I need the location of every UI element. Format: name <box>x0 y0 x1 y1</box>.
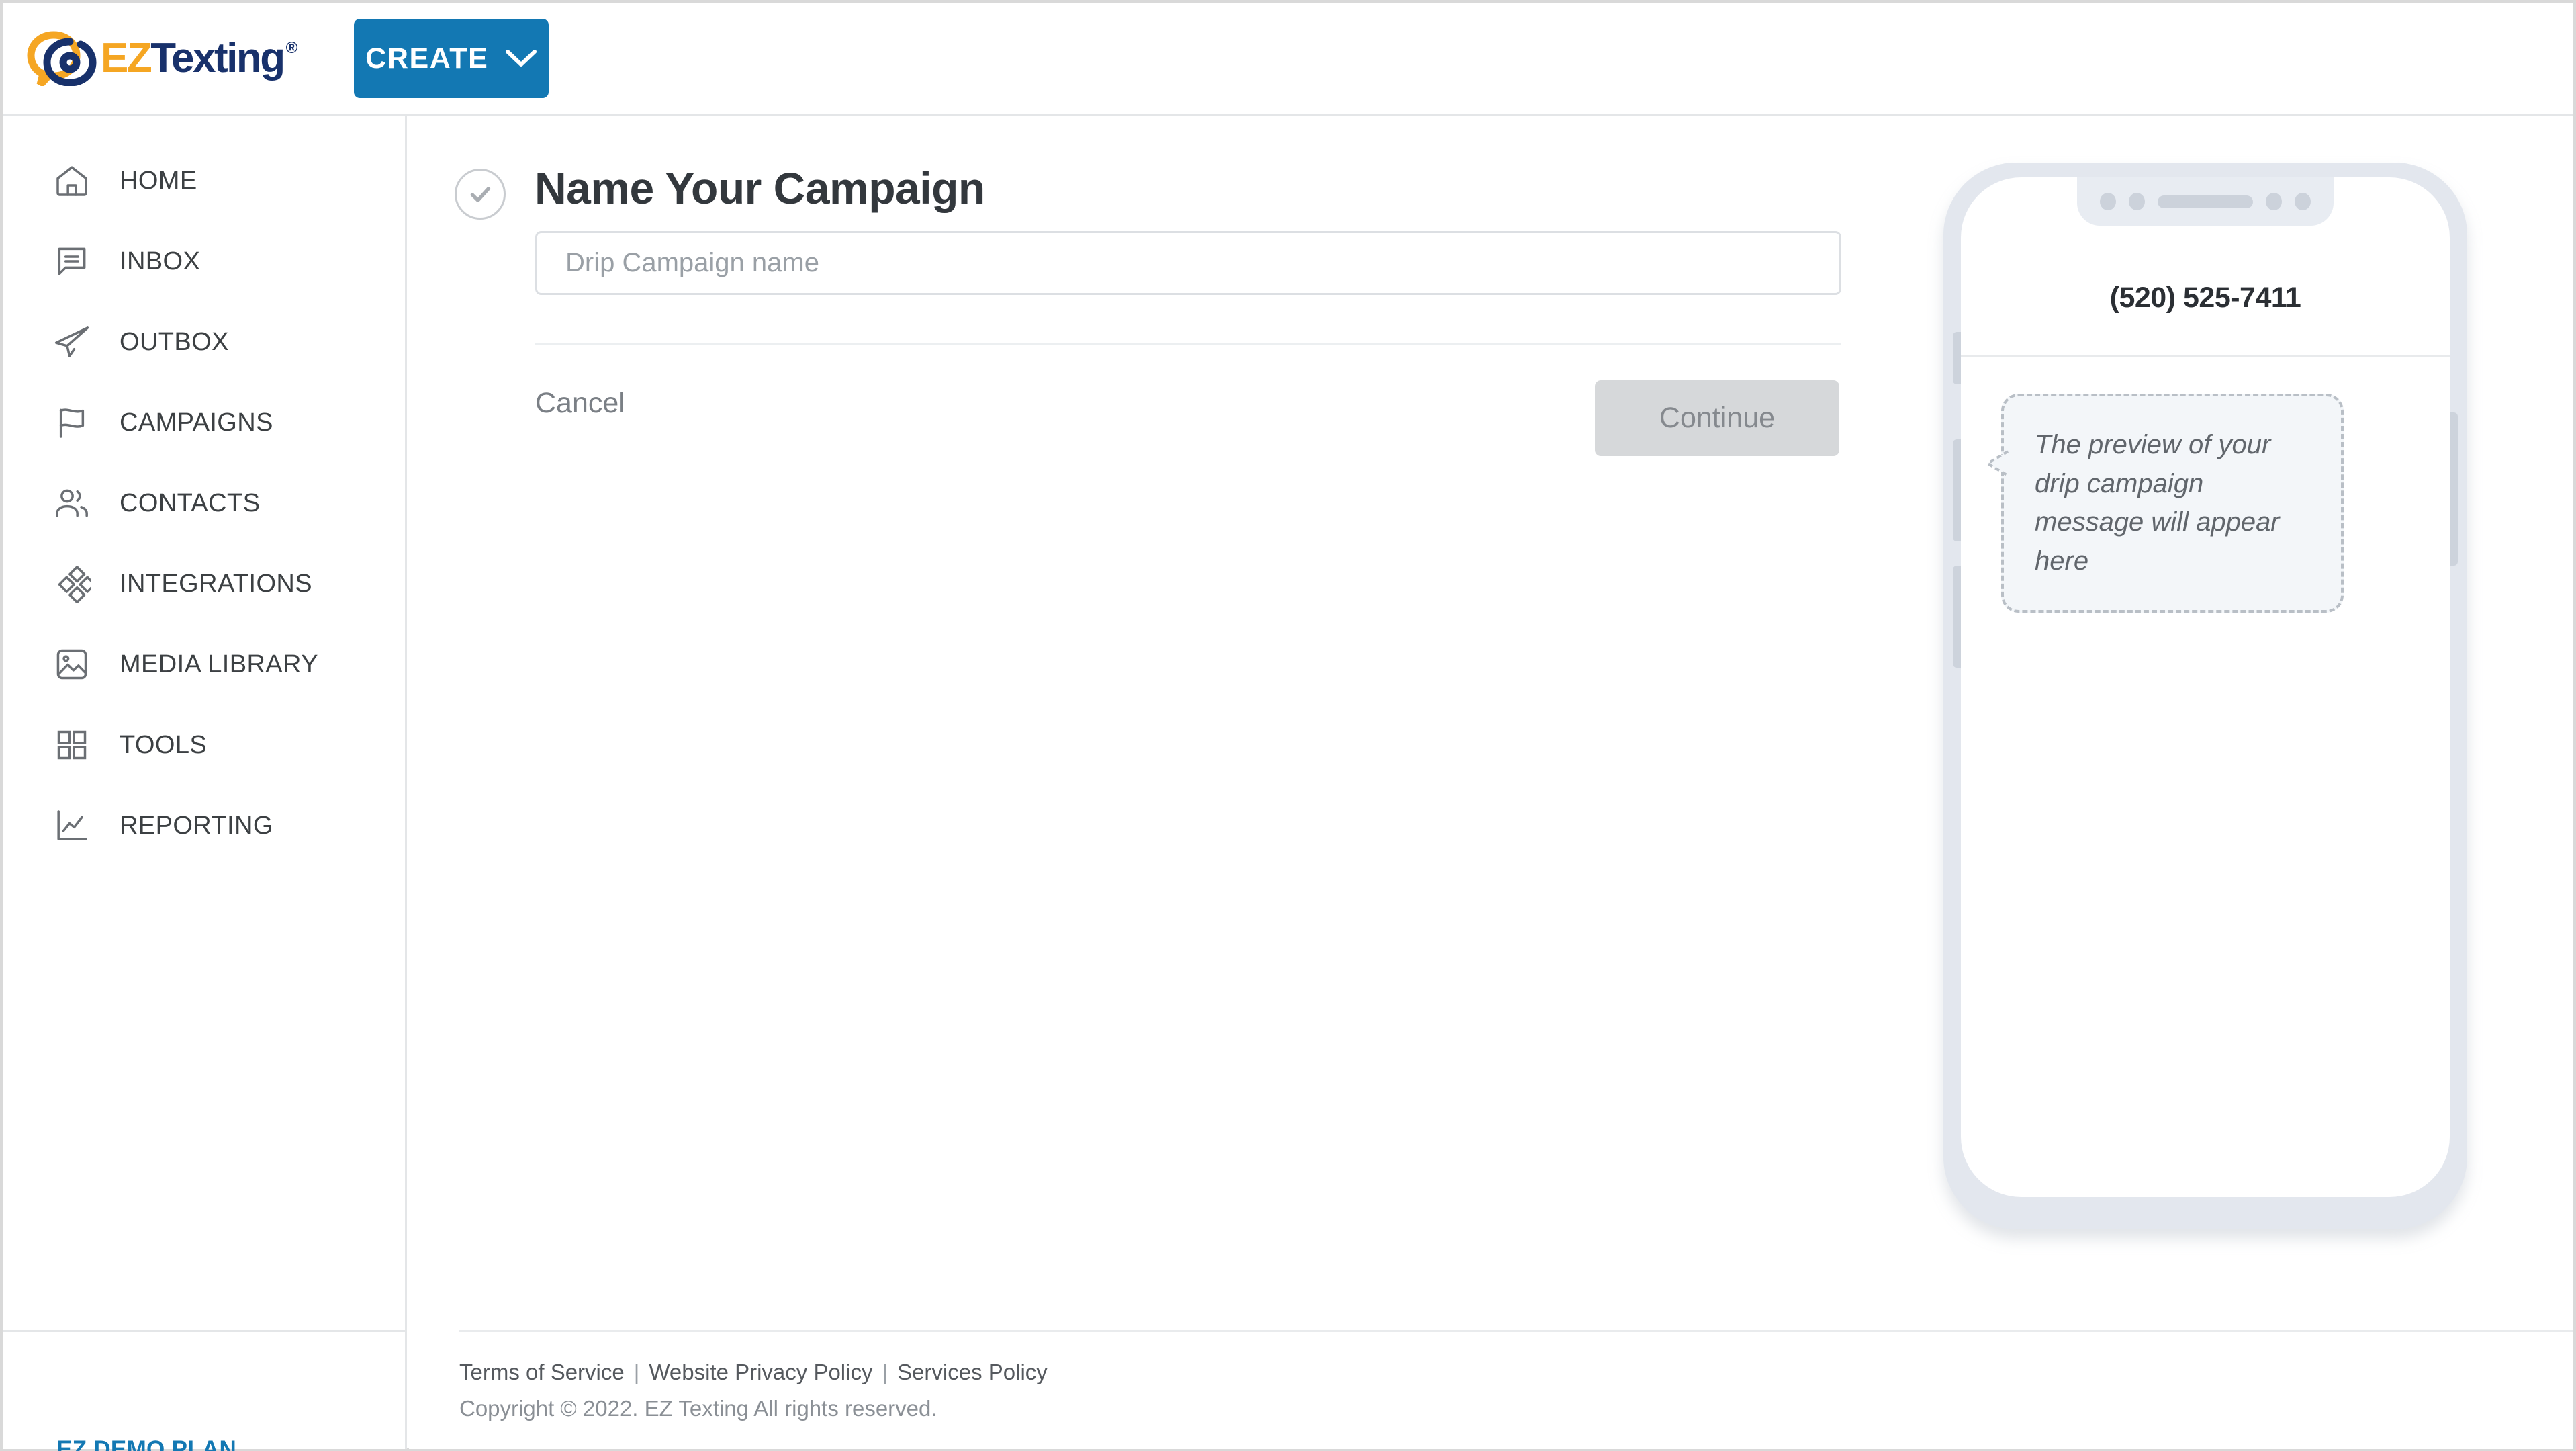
phone-frame: (520) 525-7411 The preview of your drip … <box>1943 163 2467 1229</box>
app-window: EZ Texting ® CREATE HOME INBOX OUTBOX CA… <box>0 0 2576 1451</box>
website-privacy-policy-link[interactable]: Website Privacy Policy <box>649 1360 872 1384</box>
form-divider <box>535 343 1841 345</box>
home-icon <box>51 160 93 202</box>
sidebar-item-label: OUTBOX <box>120 327 229 356</box>
phone-preview: (520) 525-7411 The preview of your drip … <box>1925 163 2486 1229</box>
campaign-name-input[interactable] <box>535 231 1841 295</box>
sidebar-item-label: HOME <box>120 166 197 195</box>
image-icon <box>51 644 93 685</box>
sidebar-item-label: CONTACTS <box>120 488 261 517</box>
flag-icon <box>51 402 93 443</box>
phone-screen: (520) 525-7411 The preview of your drip … <box>1961 177 2450 1197</box>
paper-plane-icon <box>51 321 93 363</box>
footer-divider <box>459 1330 2573 1332</box>
create-button[interactable]: CREATE <box>353 19 549 98</box>
sidebar-item-tools[interactable]: TOOLS <box>3 705 405 785</box>
sidebar-divider <box>3 1330 405 1332</box>
footer: Terms of Service | Website Privacy Policy |… <box>459 1360 1048 1421</box>
ez-texting-logo[interactable]: EZ Texting ® <box>27 25 298 92</box>
page-title: Name Your Campaign <box>535 163 985 213</box>
bubble-tail-icon <box>1986 450 2009 477</box>
ez-texting-logo-icon <box>27 31 97 86</box>
sidebar-item-contacts[interactable]: CONTACTS <box>3 463 405 543</box>
users-icon <box>51 482 93 524</box>
services-policy-link[interactable]: Services Policy <box>897 1360 1048 1384</box>
message-preview-text: The preview of your drip campaign messag… <box>2035 430 2280 576</box>
sidebar-item-outbox[interactable]: OUTBOX <box>3 302 405 382</box>
footer-links: Terms of Service | Website Privacy Policy |… <box>459 1360 1048 1385</box>
sidebar-item-label: MEDIA LIBRARY <box>120 650 318 678</box>
sidebar-item-inbox[interactable]: INBOX <box>3 221 405 302</box>
camera-dot-icon <box>2295 193 2311 210</box>
inbox-chat-icon <box>51 240 93 282</box>
camera-dot-icon <box>2100 193 2116 210</box>
speaker-grille-icon <box>2158 195 2253 208</box>
message-preview-bubble: The preview of your drip campaign messag… <box>1986 394 2344 613</box>
sidebar-item-home[interactable]: HOME <box>3 140 405 221</box>
copyright-text: Copyright © 2022. EZ Texting All rights … <box>459 1396 937 1421</box>
line-chart-icon <box>51 805 93 846</box>
sidebar-item-reporting[interactable]: REPORTING <box>3 785 405 866</box>
sidebar-item-campaigns[interactable]: CAMPAIGNS <box>3 382 405 463</box>
preview-header-divider <box>1961 355 2450 357</box>
plan-name-link[interactable]: EZ DEMO PLAN <box>56 1436 236 1451</box>
sensor-dot-icon <box>2266 193 2282 210</box>
check-circle-icon <box>455 169 506 220</box>
logo-registered-mark: ® <box>285 39 298 57</box>
diamonds-icon <box>51 563 93 605</box>
phone-notch <box>2077 177 2334 226</box>
preview-phone-number: (520) 525-7411 <box>2109 281 2301 314</box>
sidebar-item-media-library[interactable]: MEDIA LIBRARY <box>3 624 405 705</box>
sidebar-item-label: REPORTING <box>120 811 273 840</box>
sidebar-item-integrations[interactable]: INTEGRATIONS <box>3 543 405 624</box>
top-bar: EZ Texting ® CREATE <box>3 3 2573 116</box>
sidebar-item-label: INTEGRATIONS <box>120 569 312 598</box>
sidebar-item-label: INBOX <box>120 247 201 275</box>
ez-texting-wordmark: EZ Texting ® <box>101 35 298 81</box>
terms-of-service-link[interactable]: Terms of Service <box>459 1360 625 1384</box>
plan-info: EZ DEMO PLAN 500 Credits <box>56 1436 236 1451</box>
continue-button[interactable]: Continue <box>1595 380 1839 456</box>
cancel-button[interactable]: Cancel <box>535 387 625 420</box>
sidebar-item-label: TOOLS <box>120 730 208 759</box>
sidebar-item-label: CAMPAIGNS <box>120 408 273 437</box>
create-button-label: CREATE <box>365 42 489 75</box>
sidebar: HOME INBOX OUTBOX CAMPAIGNS CONTACTS INT… <box>3 116 407 1451</box>
logo-ez-text: EZ <box>101 35 152 81</box>
chevron-down-icon <box>506 50 537 67</box>
grid-icon <box>51 724 93 766</box>
sidebar-nav: HOME INBOX OUTBOX CAMPAIGNS CONTACTS INT… <box>3 116 405 866</box>
footer-separator: | <box>882 1360 888 1384</box>
logo-texting-text: Texting <box>150 35 285 81</box>
sensor-dot-icon <box>2129 193 2145 210</box>
footer-separator: | <box>633 1360 640 1384</box>
